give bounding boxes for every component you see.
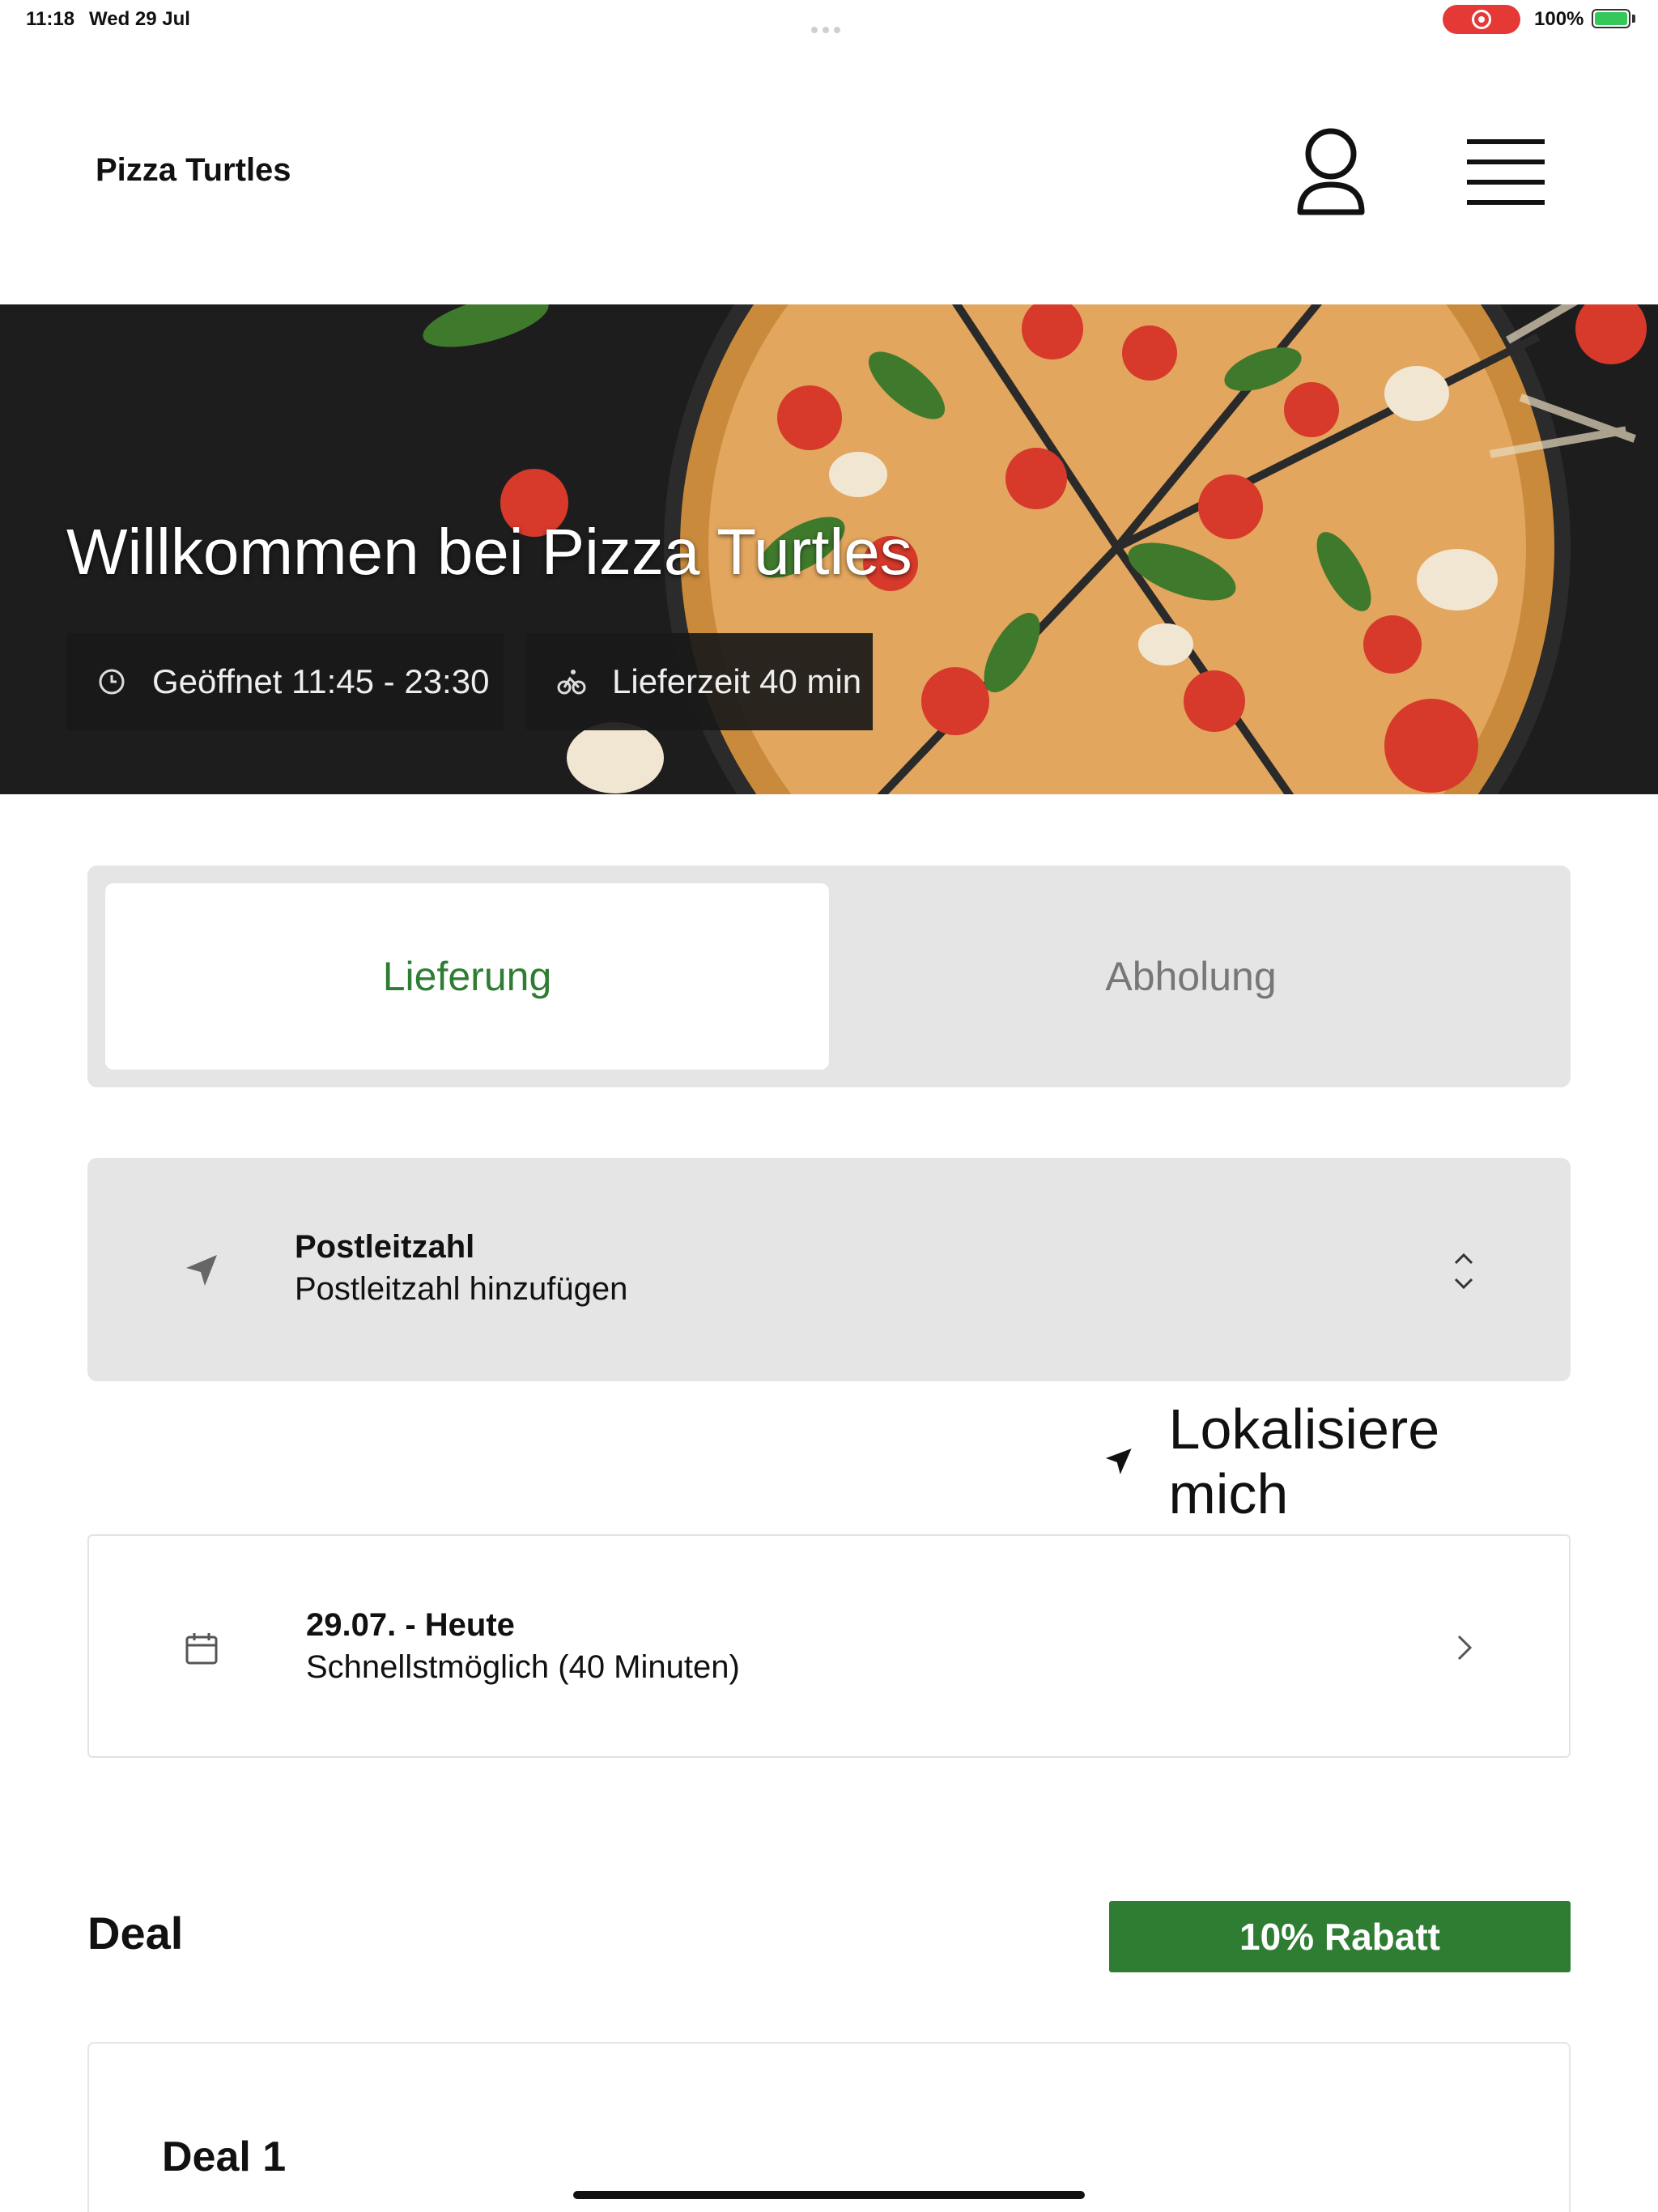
deal-card-title: Deal 1	[162, 2133, 287, 2180]
delivery-time-chip: Lieferzeit 40 min	[526, 633, 873, 730]
order-mode-toggle: Lieferung Abholung	[87, 866, 1571, 1087]
deal-card[interactable]: Deal 1	[87, 2042, 1571, 2212]
battery-cap	[1632, 15, 1635, 23]
status-time: 11:18	[26, 8, 75, 30]
status-bar: 11:18 Wed 29 Jul 100%	[0, 0, 1658, 39]
clock-icon	[99, 669, 125, 695]
menu-button[interactable]	[1465, 136, 1546, 209]
hero-title: Willkommen bei Pizza Turtles	[66, 516, 912, 588]
location-arrow-icon	[186, 1255, 217, 1286]
postcode-placeholder: Postleitzahl hinzufügen	[295, 1271, 628, 1307]
bicycle-icon	[557, 670, 586, 695]
account-button[interactable]	[1290, 123, 1371, 220]
location-arrow-icon	[1105, 1448, 1132, 1474]
discount-badge[interactable]: 10% Rabatt	[1109, 1901, 1571, 1972]
record-icon	[1472, 10, 1491, 29]
schedule-date: 29.07. - Heute	[306, 1607, 515, 1643]
battery-percentage: 100%	[1534, 8, 1584, 30]
delivery-time-selector[interactable]: 29.07. - Heute Schnellstmöglich (40 Minu…	[87, 1534, 1571, 1758]
battery-icon	[1592, 9, 1630, 28]
locate-me-label: Lokalisiere mich	[1168, 1397, 1440, 1525]
multitasking-dots-icon[interactable]	[811, 16, 847, 33]
tab-pickup[interactable]: Abholung	[829, 883, 1553, 1070]
deal-heading: Deal	[87, 1908, 184, 1959]
locate-me-button[interactable]: Lokalisiere mich	[1101, 1397, 1571, 1525]
schedule-time: Schnellstmöglich (40 Minuten)	[306, 1649, 740, 1685]
chevron-up-down-icon	[1454, 1253, 1473, 1290]
user-icon	[1297, 128, 1365, 215]
brand-title[interactable]: Pizza Turtles	[96, 152, 291, 189]
chevron-right-icon	[1457, 1635, 1473, 1661]
hamburger-menu-icon	[1467, 139, 1545, 205]
screen-recording-indicator[interactable]	[1443, 5, 1520, 34]
home-indicator[interactable]	[573, 2191, 1085, 2199]
tab-delivery[interactable]: Lieferung	[105, 883, 829, 1070]
calendar-icon	[185, 1633, 218, 1665]
hero-banner: Willkommen bei Pizza Turtles Geöffnet 11…	[0, 304, 1658, 794]
postcode-label: Postleitzahl	[295, 1229, 475, 1265]
app-header: Pizza Turtles	[0, 39, 1658, 304]
status-date: Wed 29 Jul	[89, 8, 190, 30]
opening-hours-text: Geöffnet 11:45 - 23:30	[152, 662, 490, 700]
opening-hours-chip: Geöffnet 11:45 - 23:30	[66, 633, 504, 730]
postcode-selector[interactable]: Postleitzahl Postleitzahl hinzufügen	[87, 1158, 1571, 1381]
delivery-time-text: Lieferzeit 40 min	[612, 662, 862, 700]
